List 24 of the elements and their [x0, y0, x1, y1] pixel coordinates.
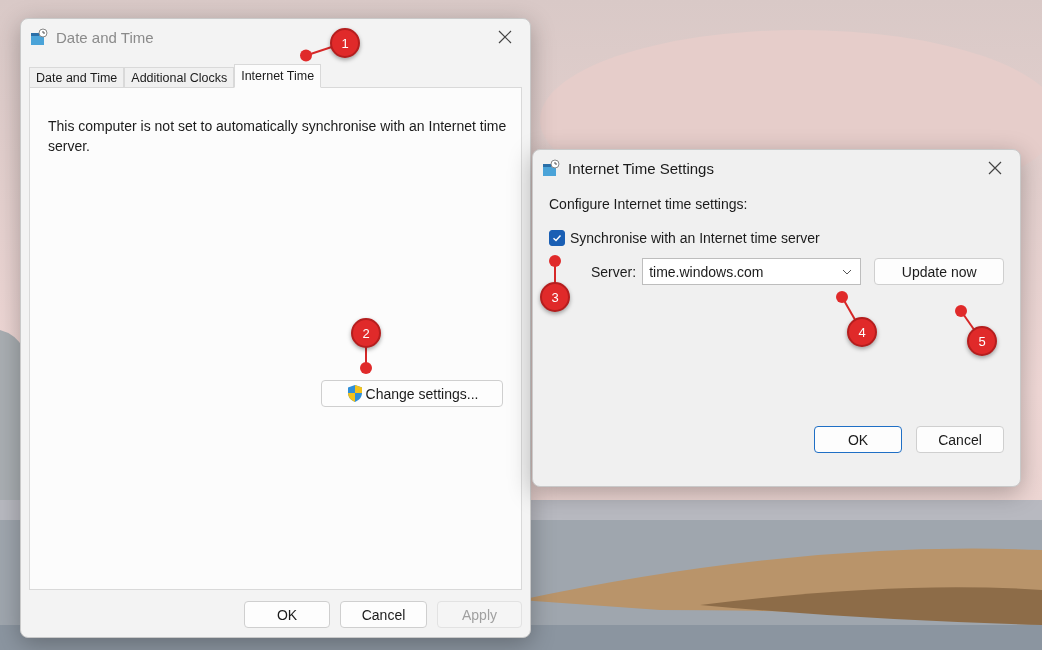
tab[interactable]: Internet Time [234, 64, 322, 88]
tab[interactable]: Additional Clocks [124, 67, 235, 88]
dialog-button[interactable]: OK [244, 601, 330, 628]
dialog-button[interactable]: OK [814, 426, 902, 453]
window-title: Date and Time [56, 28, 154, 46]
tab[interactable]: Date and Time [29, 67, 125, 88]
update-now-button[interactable]: Update now [874, 258, 1004, 285]
sync-checkbox[interactable] [549, 230, 565, 246]
change-settings-button[interactable]: Change settings... [321, 380, 503, 407]
chevron-down-icon [842, 268, 853, 275]
calendar-clock-icon [30, 28, 48, 46]
server-dropdown[interactable]: time.windows.com [642, 258, 862, 285]
dialog-button[interactable]: Cancel [916, 426, 1004, 453]
check-icon [552, 233, 562, 243]
server-label: Server: [591, 263, 637, 280]
dialog-button[interactable]: Cancel [340, 601, 427, 628]
status-message: This computer is not set to automatically synchronise with an Internet time server. [48, 117, 508, 156]
section-heading: Configure Internet time settings: [549, 196, 749, 212]
checkbox-label: Synchronise with an Internet time server [570, 230, 820, 246]
close-icon [498, 30, 512, 44]
close-icon [988, 161, 1002, 175]
calendar-clock-icon [542, 159, 560, 177]
shield-icon [345, 384, 364, 403]
dialog-title: Internet Time Settings [568, 159, 714, 177]
